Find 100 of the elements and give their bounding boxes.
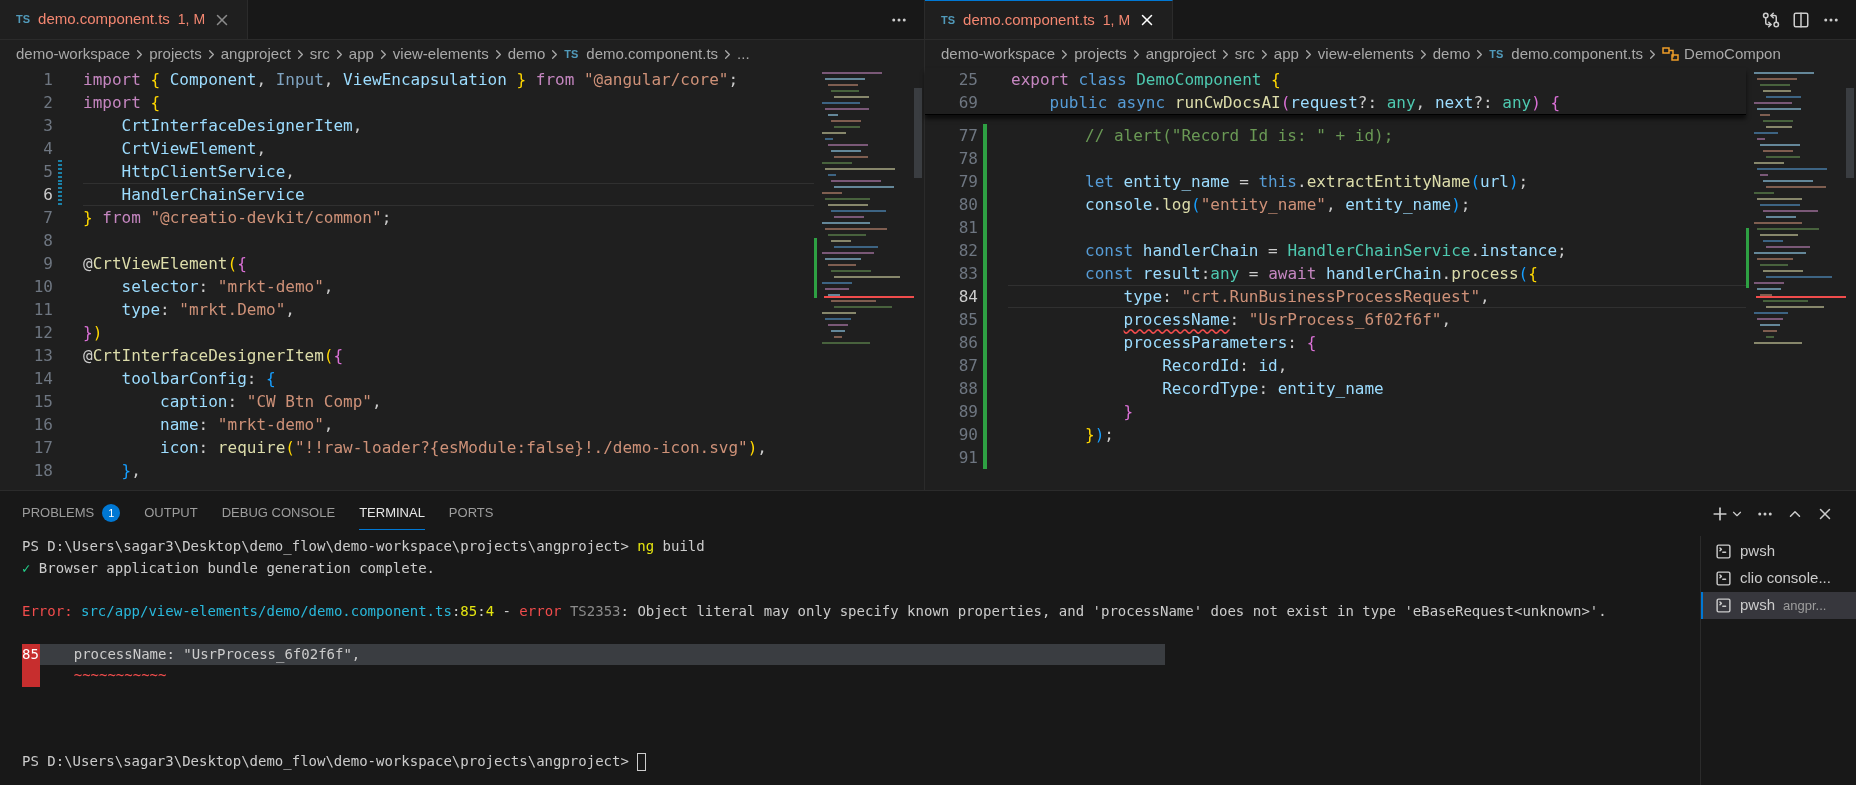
editor-tab[interactable]: TS demo.component.ts 1, M — [925, 0, 1174, 39]
code-line: selector: "mrkt-demo", — [120, 275, 335, 298]
terminal-instance[interactable]: clio console... — [1701, 565, 1856, 592]
change-marker[interactable] — [58, 160, 62, 183]
breadcrumb-item[interactable]: angproject — [1145, 42, 1216, 66]
line-number: 80 — [957, 193, 978, 216]
terminal-instance[interactable]: pwsh — [1701, 538, 1856, 565]
line-number: 10 — [32, 275, 53, 298]
line-number: 86 — [957, 331, 978, 354]
code-line: console.log("entity_name", entity_name); — [1084, 193, 1472, 216]
code-line: @CrtInterfaceDesignerItem({ — [83, 344, 345, 367]
code-line: const handlerChain = HandlerChainService.instance; — [1084, 239, 1568, 262]
change-marker[interactable] — [58, 183, 62, 206]
line-number: 77 — [957, 124, 978, 147]
line-number: 16 — [32, 413, 53, 436]
line-number: 79 — [957, 170, 978, 193]
line-number: 1 — [42, 68, 53, 91]
breadcrumb-item[interactable]: demo — [1432, 42, 1471, 66]
breadcrumb-item[interactable]: src — [1234, 42, 1255, 66]
file-type-label: TS — [564, 46, 579, 62]
line-number: 89 — [957, 400, 978, 423]
breadcrumb-item[interactable]: ... — [737, 42, 750, 66]
change-marker[interactable] — [983, 331, 987, 354]
change-marker[interactable] — [983, 423, 987, 446]
line-number: 91 — [957, 446, 978, 469]
change-marker[interactable] — [983, 193, 987, 216]
line-number: 14 — [32, 367, 53, 390]
code-line: name: "mrkt-demo", — [159, 413, 335, 436]
code-line: RecordId: id, — [1161, 354, 1289, 377]
terminal-line: PS D:\Users\sagar3\Desktop\demo_flow\demo-workspace\projects\angproject> ng build — [22, 537, 706, 557]
breadcrumb-item[interactable]: DemoCompon — [1684, 42, 1781, 66]
line-number: 84 — [957, 285, 978, 308]
change-marker[interactable] — [983, 147, 987, 170]
change-marker[interactable] — [983, 354, 987, 377]
code-line: HandlerChainService — [83, 183, 814, 206]
change-marker[interactable] — [983, 400, 987, 423]
line-number: 6 — [42, 183, 53, 206]
change-marker[interactable] — [983, 377, 987, 400]
code-line: } from "@creatio-devkit/common"; — [83, 206, 393, 229]
code-line: type: "crt.RunBusinessProcessRequest", — [1008, 285, 1746, 308]
line-number: 18 — [32, 459, 53, 482]
panel-tab[interactable]: TERMINAL — [359, 497, 425, 530]
code-line: toolbarConfig: { — [120, 367, 277, 390]
line-number: 83 — [957, 262, 978, 285]
breadcrumb-item[interactable]: app — [1273, 42, 1299, 66]
line-number: 5 — [42, 160, 53, 183]
code-line: }, — [120, 459, 142, 482]
panel-tab[interactable]: OUTPUT — [144, 497, 198, 530]
code-line: public async runCwDocsAI(request?: any, next?: any) { — [1048, 91, 1561, 114]
line-number: 25 — [957, 68, 978, 91]
change-marker[interactable] — [983, 124, 987, 147]
breadcrumb-item[interactable]: projects — [149, 42, 202, 66]
terminal-line: Error: src/app/view-elements/demo/demo.component.ts:85:4 - error TS2353: Object literal may only specify known properties, and 'processName' does not exist in type 'eBaseRequest<unknown>'. — [22, 601, 1608, 621]
panel-tab[interactable]: PROBLEMS 1 — [22, 497, 121, 530]
split-editor-icon[interactable] — [1792, 10, 1810, 29]
compare-icon[interactable] — [1762, 10, 1780, 29]
breadcrumb-item[interactable]: demo — [507, 42, 546, 66]
line-number: 85 — [957, 308, 978, 331]
code-line: @CrtViewElement({ — [83, 252, 248, 275]
breadcrumb-item[interactable]: view-elements — [1317, 42, 1414, 66]
change-marker[interactable] — [983, 285, 987, 308]
line-number: 8 — [42, 229, 53, 252]
breadcrumb-item[interactable]: demo-workspace — [16, 42, 131, 66]
change-marker[interactable] — [983, 170, 987, 193]
change-marker[interactable] — [983, 446, 987, 469]
breadcrumb-item[interactable]: demo.component.ts — [586, 42, 719, 66]
editor-tab[interactable]: TS demo.component.ts 1, M — [0, 0, 249, 39]
line-number: 3 — [42, 114, 53, 137]
code-line: }); — [1084, 423, 1115, 446]
breadcrumb-item[interactable]: angproject — [220, 42, 291, 66]
terminal-cursor — [637, 752, 647, 771]
error-underline: ~~~~~~~~~~~ — [72, 666, 167, 686]
line-number: 87 — [957, 354, 978, 377]
code-line: } — [1122, 400, 1135, 423]
breadcrumb-item[interactable]: src — [309, 42, 330, 66]
panel-tab[interactable]: DEBUG CONSOLE — [221, 497, 336, 530]
code-line: const result:any = await handlerChain.process({ — [1084, 262, 1539, 285]
breadcrumb-item[interactable]: projects — [1074, 42, 1127, 66]
code-line: CrtViewElement, — [120, 137, 268, 160]
panel-tab[interactable]: PORTS — [448, 497, 494, 530]
code-line: caption: "CW Btn Comp", — [159, 390, 383, 413]
code-line: import { — [83, 91, 162, 114]
change-marker[interactable] — [983, 216, 987, 239]
change-marker[interactable] — [983, 308, 987, 331]
breadcrumb-item[interactable]: app — [348, 42, 374, 66]
error-gutter-marker — [22, 665, 40, 687]
breadcrumb-item[interactable]: demo.component.ts — [1511, 42, 1644, 66]
line-number: 2 — [42, 91, 53, 114]
terminal-line: ✓ Browser application bundle generation complete. — [22, 558, 436, 578]
terminal-instance[interactable]: pwsh angpr... — [1701, 592, 1856, 619]
breadcrumb-item[interactable]: view-elements — [392, 42, 489, 66]
code-line: icon: require("!!raw-loader?{esModule:false}!./demo-icon.svg"), — [159, 436, 768, 459]
line-number: 17 — [32, 436, 53, 459]
line-number: 90 — [957, 423, 978, 446]
change-marker[interactable] — [983, 262, 987, 285]
code-line: CrtInterfaceDesignerItem, — [120, 114, 364, 137]
code-line: processParameters: { — [1122, 331, 1318, 354]
change-marker[interactable] — [983, 239, 987, 262]
class-icon — [1662, 46, 1681, 62]
breadcrumb-item[interactable]: demo-workspace — [941, 42, 1056, 66]
